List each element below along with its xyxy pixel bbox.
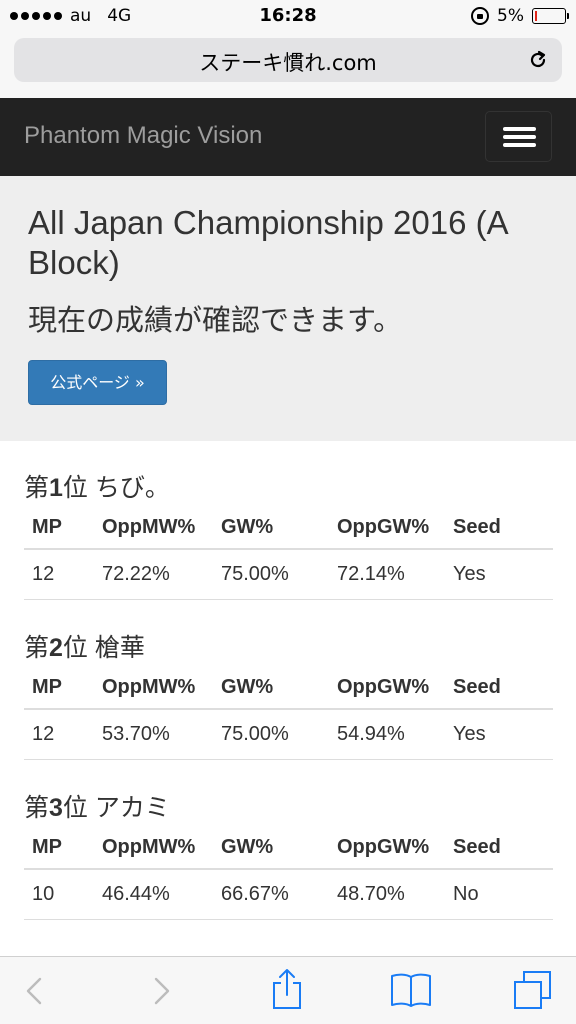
browser-toolbar — [0, 956, 576, 1024]
stats-value-row: 10 46.44% 66.67% 48.70% No — [24, 870, 553, 920]
header-oppmw: OppMW% — [102, 515, 196, 538]
player-name: アカミ — [94, 794, 170, 822]
hamburger-icon-bar — [503, 143, 536, 147]
tabs-icon[interactable] — [512, 969, 552, 1011]
header-seed: Seed — [453, 835, 501, 858]
site-navbar: Phantom Magic Vision — [0, 98, 576, 176]
address-bar[interactable]: ステーキ慣れ.com — [14, 38, 562, 82]
value-mp: 12 — [32, 563, 55, 585]
value-seed: No — [453, 883, 479, 905]
value-oppmw: 46.44% — [102, 883, 170, 905]
status-bar: au 4G 16:28 5% — [0, 0, 576, 32]
header-gw: GW% — [221, 515, 274, 538]
value-oppgw: 72.14% — [337, 563, 405, 585]
stats-value-row: 12 53.70% 75.00% 54.94% Yes — [24, 710, 553, 760]
value-oppmw: 53.70% — [102, 723, 170, 745]
header-gw: GW% — [221, 835, 274, 858]
value-seed: Yes — [453, 723, 486, 745]
header-oppmw: OppMW% — [102, 675, 196, 698]
address-domain: ステーキ慣れ.com — [199, 51, 377, 75]
value-oppgw: 54.94% — [337, 723, 405, 745]
value-mp: 10 — [32, 883, 55, 905]
standing-block-2: 第2位 槍華 MP OppMW% GW% OppGW% Seed 12 53.7… — [24, 630, 553, 760]
header-mp: MP — [32, 835, 62, 858]
player-name: ちび。 — [94, 474, 170, 502]
back-icon[interactable] — [22, 971, 46, 1011]
header-seed: Seed — [453, 515, 501, 538]
bookmarks-icon[interactable] — [390, 971, 432, 1009]
battery-icon — [532, 8, 569, 24]
value-mp: 12 — [32, 723, 55, 745]
share-icon[interactable] — [270, 967, 304, 1011]
standing-block-1: 第1位 ちび。 MP OppMW% GW% OppGW% Seed 12 72.… — [24, 470, 553, 600]
header-mp: MP — [32, 515, 62, 538]
stats-header-row: MP OppMW% GW% OppGW% Seed — [24, 666, 553, 710]
rank-number: 3 — [49, 794, 63, 822]
status-right: 5% — [471, 6, 569, 26]
forward-icon[interactable] — [150, 971, 174, 1011]
battery-level — [535, 11, 537, 21]
header-oppgw: OppGW% — [337, 675, 430, 698]
header-gw: GW% — [221, 675, 274, 698]
page-subtitle: 現在の成績が確認できます。 — [28, 303, 403, 337]
stats-value-row: 12 72.22% 75.00% 72.14% Yes — [24, 550, 553, 600]
orientation-lock-icon — [471, 7, 490, 25]
value-gw: 66.67% — [221, 883, 289, 905]
value-gw: 75.00% — [221, 563, 289, 585]
standing-block-3: 第3位 アカミ MP OppMW% GW% OppGW% Seed 10 46.… — [24, 790, 553, 920]
rank-prefix: 第 — [24, 474, 50, 502]
rank-number: 1 — [49, 474, 63, 502]
value-seed: Yes — [453, 563, 486, 585]
header-oppgw: OppGW% — [337, 515, 430, 538]
player-name: 槍華 — [94, 634, 145, 662]
header-oppgw: OppGW% — [337, 835, 430, 858]
rank-number: 2 — [49, 634, 63, 662]
header-seed: Seed — [453, 675, 501, 698]
rank-heading: 第1位 ちび。 — [24, 470, 553, 506]
value-oppgw: 48.70% — [337, 883, 405, 905]
value-oppmw: 72.22% — [102, 563, 170, 585]
header-oppmw: OppMW% — [102, 835, 196, 858]
hamburger-icon-bar — [503, 135, 536, 139]
browser-top-bar: au 4G 16:28 5% ステーキ慣れ.com — [0, 0, 576, 98]
stats-header-row: MP OppMW% GW% OppGW% Seed — [24, 506, 553, 550]
rank-suffix: 位 — [62, 474, 88, 502]
rank-prefix: 第 — [24, 634, 50, 662]
value-gw: 75.00% — [221, 723, 289, 745]
stats-header-row: MP OppMW% GW% OppGW% Seed — [24, 826, 553, 870]
rank-heading: 第2位 槍華 — [24, 630, 553, 666]
navbar-brand[interactable]: Phantom Magic Vision — [24, 122, 262, 150]
header-mp: MP — [32, 675, 62, 698]
menu-toggle-button[interactable] — [485, 111, 552, 162]
rank-heading: 第3位 アカミ — [24, 790, 553, 826]
rank-prefix: 第 — [24, 794, 50, 822]
page-title: All Japan Championship 2016 (A Block) — [28, 204, 507, 281]
rank-suffix: 位 — [62, 634, 88, 662]
official-page-button[interactable]: 公式ページ » — [28, 360, 167, 405]
jumbotron: All Japan Championship 2016 (A Block) 現在… — [0, 176, 576, 441]
battery-percent: 5% — [497, 6, 524, 26]
rank-suffix: 位 — [62, 794, 88, 822]
reload-icon[interactable] — [528, 50, 548, 70]
hamburger-icon-bar — [503, 127, 536, 131]
